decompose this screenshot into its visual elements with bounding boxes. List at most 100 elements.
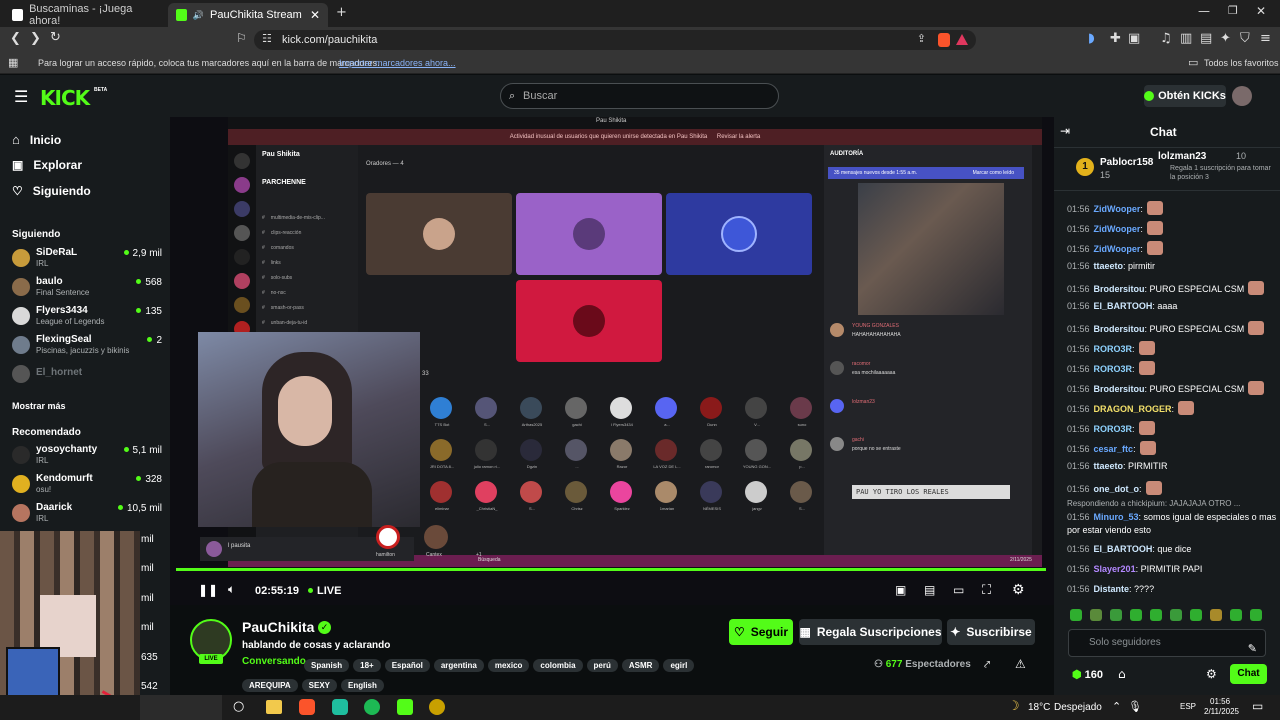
send-chat-button[interactable]: Chat — [1230, 664, 1267, 684]
tag-chip[interactable]: egirl — [663, 659, 695, 672]
wallet-icon[interactable]: ▤ — [1200, 31, 1212, 46]
audience-avatar[interactable] — [610, 397, 632, 419]
all-favorites-link[interactable]: Todos los favoritos — [1204, 58, 1279, 68]
channel-item[interactable]: baulo Final Sentence 568 — [12, 276, 162, 302]
emote-icon[interactable] — [1130, 609, 1142, 621]
audience-avatar[interactable] — [655, 481, 677, 503]
channel-item[interactable]: El_hornet — [12, 363, 162, 389]
msg-user[interactable]: El_BARTOOH — [1094, 301, 1153, 311]
emote-icon[interactable] — [1070, 609, 1082, 621]
server-icon[interactable] — [234, 153, 250, 169]
search-input[interactable]: ⌕ Buscar — [500, 83, 779, 109]
forward-icon[interactable]: ❯ — [30, 31, 41, 46]
emote-icon[interactable] — [1210, 609, 1222, 621]
import-bookmarks-link[interactable]: Importar marcadores ahora... — [339, 58, 456, 68]
audience-avatar[interactable] — [520, 397, 542, 419]
url-field[interactable]: ☷ kick.com/pauchikita ⇪ — [254, 30, 976, 50]
volume-icon[interactable]: 🔈︎ — [228, 582, 235, 597]
audience-avatar[interactable] — [700, 397, 722, 419]
tag-chip[interactable]: perú — [586, 659, 618, 672]
server-icon[interactable] — [234, 273, 250, 289]
close-tab-icon[interactable]: ✕ — [310, 8, 320, 22]
menu-icon[interactable]: ≡ — [1260, 31, 1271, 46]
msg-user[interactable]: Slayer201 — [1094, 564, 1136, 574]
subscribe-button[interactable]: ✦ Suscribirse — [947, 619, 1035, 645]
audience-avatar[interactable] — [655, 397, 677, 419]
kick-logo[interactable]: KICK — [40, 86, 90, 110]
audience-avatar[interactable] — [745, 439, 767, 461]
vpn-icon[interactable]: ⛉ — [1240, 31, 1250, 46]
bookmark-icon[interactable]: ⚐ — [236, 31, 247, 45]
clock-date[interactable]: 2/11/2025 — [1204, 707, 1239, 716]
audience-avatar[interactable] — [520, 481, 542, 503]
tab-pauchikita[interactable]: 🔊 PauChikita Stream - Watch Li... ✕ — [168, 3, 328, 27]
discord-channel[interactable]: # multimedia-de-mis-clip... — [262, 215, 325, 221]
nav-explorar[interactable]: ▣ Explorar — [12, 158, 82, 172]
audience-avatar[interactable] — [520, 439, 542, 461]
audience-avatar[interactable] — [565, 397, 587, 419]
minimize-icon[interactable]: — — [1198, 4, 1210, 18]
chat-settings-icon[interactable]: ⚙ — [1206, 667, 1217, 681]
app-taskbar-icon[interactable] — [429, 699, 445, 715]
tag-chip[interactable]: English — [340, 679, 384, 692]
site-info-icon[interactable]: ☷ — [262, 32, 272, 45]
sidebar-icon[interactable]: ▥ — [1180, 31, 1192, 46]
tab-buscaminas[interactable]: Buscaminas - ¡Juega ahora! — [4, 3, 164, 27]
server-icon[interactable] — [234, 201, 250, 217]
discord-channel[interactable]: # no-nsc — [262, 290, 286, 296]
msg-user[interactable]: ZidWooper — [1094, 244, 1141, 254]
msg-user[interactable]: Brodersitou — [1094, 384, 1145, 394]
audience-avatar[interactable] — [610, 481, 632, 503]
tag-chip[interactable]: 18+ — [353, 659, 381, 672]
emote-icon[interactable] — [1170, 609, 1182, 621]
live-progress-bar[interactable] — [176, 568, 1046, 571]
audience-avatar[interactable] — [745, 397, 767, 419]
collapse-chat-icon[interactable]: ⇥ — [1060, 124, 1070, 138]
discord-channel[interactable]: # links — [262, 260, 281, 266]
channel-item[interactable]: SiDeRaL IRL 2,9 mil — [12, 247, 162, 273]
channel-item[interactable]: yosoychanty IRL 5,1 mil — [12, 444, 162, 470]
discord-channel[interactable]: # smash-or-pass — [262, 305, 304, 311]
pause-icon[interactable]: ❚❚ — [198, 583, 218, 597]
clip-icon[interactable]: ▤ — [924, 583, 935, 597]
pip-icon[interactable]: ▣ — [895, 583, 906, 597]
tag-chip[interactable]: SEXY — [301, 679, 337, 692]
audience-avatar[interactable] — [700, 481, 722, 503]
user-avatar[interactable] — [1232, 86, 1252, 106]
audience-avatar[interactable] — [790, 439, 812, 461]
discord-alert-action[interactable]: Revisar la alerta — [717, 134, 760, 140]
new-messages-banner[interactable]: 35 mensajes nuevos desde 1:55 a.m. Marca… — [828, 167, 1024, 179]
msg-user[interactable]: Minuro_53 — [1094, 512, 1139, 522]
speaker-icon[interactable]: 🔊 — [193, 10, 204, 21]
restore-icon[interactable]: ❐ — [1228, 4, 1238, 17]
task-view-icon[interactable]: ○ — [233, 699, 244, 714]
clock-time[interactable]: 01:56 — [1210, 697, 1230, 706]
msg-user[interactable]: ZidWooper — [1094, 204, 1141, 214]
msg-user[interactable]: Brodersitou — [1094, 284, 1145, 294]
theater-icon[interactable]: ▭ — [953, 583, 964, 597]
discord-channel[interactable]: # unban-deja-tu-id — [262, 320, 307, 326]
tag-chip[interactable]: colombia — [533, 659, 583, 672]
mark-read-link[interactable]: Marcar como leído — [973, 167, 1014, 179]
speedreader-icon[interactable]: ◗ — [1088, 31, 1095, 46]
gift-subs-button[interactable]: ▦ Regala Suscripciones — [799, 619, 942, 645]
tag-chip[interactable]: argentina — [433, 659, 484, 672]
new-tab-icon[interactable]: + — [336, 5, 347, 20]
file-explorer-icon[interactable] — [266, 700, 282, 714]
second-gifter-name[interactable]: lolzman23 — [1158, 151, 1206, 162]
taskbar-search[interactable] — [140, 695, 222, 720]
kick-taskbar-icon[interactable] — [397, 699, 413, 715]
speaker-tile[interactable] — [666, 193, 812, 275]
channel-item[interactable]: Daarick IRL 10,5 mil — [12, 502, 162, 528]
emote-icon[interactable] — [1250, 609, 1262, 621]
channel-item[interactable]: Flyers3434 League of Legends 135 — [12, 305, 162, 331]
audience-avatar[interactable] — [430, 439, 452, 461]
tag-chip[interactable]: mexico — [487, 659, 530, 672]
speaker-tile[interactable] — [366, 193, 512, 275]
audience-avatar[interactable] — [430, 397, 452, 419]
emote-icon[interactable] — [1110, 609, 1122, 621]
tag-chip[interactable]: Español — [384, 659, 430, 672]
audience-avatar[interactable] — [565, 481, 587, 503]
leo-ai-icon[interactable]: ✦ — [1220, 31, 1231, 46]
msg-user[interactable]: El_BARTOOH — [1094, 544, 1153, 554]
